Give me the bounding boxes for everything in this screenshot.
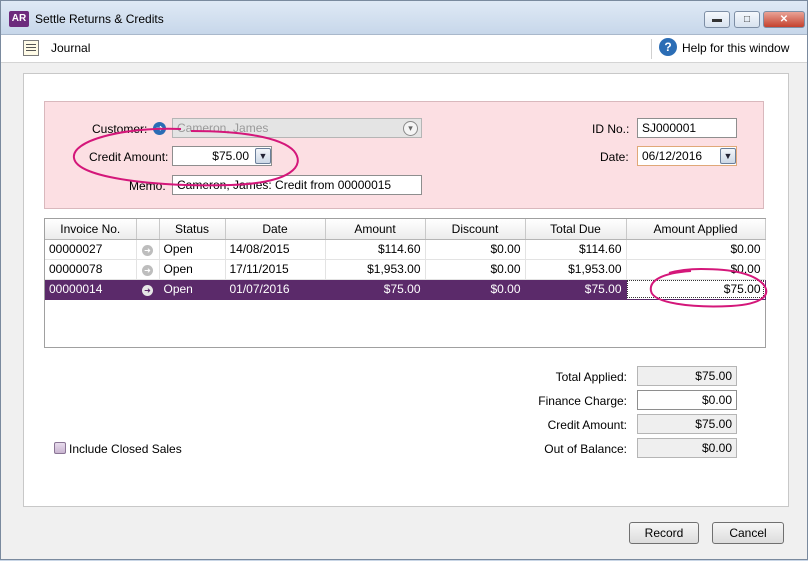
col-amount[interactable]: Amount [325, 219, 426, 240]
minimize-button[interactable]: ▬ [704, 11, 730, 28]
amount-applied-cell[interactable]: $0.00 [626, 239, 766, 260]
help-button[interactable]: Help for this window [682, 41, 789, 55]
customer-field[interactable]: Cameron, James [172, 118, 422, 138]
toolbar: Journal ? Help for this window [1, 35, 807, 63]
id-no-label: ID No.: [592, 122, 630, 136]
customer-label: Customer: [92, 122, 148, 136]
customer-zoom-arrow-icon[interactable]: ➜ [153, 122, 166, 135]
totals-credit-amount-field: $75.00 [637, 414, 737, 434]
out-of-balance-field: $0.00 [637, 438, 737, 458]
amount-applied-cell[interactable]: $0.00 [626, 259, 766, 280]
status-cell: Open [159, 239, 226, 260]
finance-charge-label: Finance Charge: [538, 394, 627, 408]
zoom-arrow-icon[interactable]: ➜ [142, 285, 153, 296]
total-due-cell: $114.60 [525, 239, 627, 260]
col-discount[interactable]: Discount [425, 219, 526, 240]
table-row[interactable]: 00000078 ➜ Open 17/11/2015 $1,953.00 $0.… [45, 259, 766, 280]
discount-cell[interactable]: $0.00 [425, 239, 526, 260]
toolbar-divider [651, 39, 652, 59]
title-bar: AR Settle Returns & Credits ▬ □ ✕ [1, 1, 807, 35]
settle-returns-window: AR Settle Returns & Credits ▬ □ ✕ Journa… [0, 0, 808, 560]
ar-app-icon: AR [9, 11, 29, 27]
id-no-field[interactable]: SJ000001 [637, 118, 737, 138]
memo-field[interactable]: Cameron, James: Credit from 00000015 [172, 175, 422, 195]
invoice-no-cell[interactable]: 00000027 [45, 239, 137, 260]
status-cell: Open [159, 279, 226, 300]
customer-dropdown-icon[interactable]: ▾ [403, 121, 418, 136]
close-button[interactable]: ✕ [763, 11, 805, 28]
discount-cell[interactable]: $0.00 [425, 259, 526, 280]
status-cell: Open [159, 259, 226, 280]
discount-cell[interactable]: $0.00 [425, 279, 526, 300]
date-calendar-icon[interactable]: ▼ [720, 148, 736, 164]
maximize-button[interactable]: □ [734, 11, 760, 28]
include-closed-sales-checkbox[interactable] [54, 442, 66, 454]
zoom-arrow-icon[interactable]: ➜ [142, 265, 153, 276]
col-total-due[interactable]: Total Due [525, 219, 627, 240]
amount-cell: $1,953.00 [325, 259, 426, 280]
memo-label: Memo: [129, 179, 166, 193]
invoice-no-cell[interactable]: 00000014 [45, 279, 137, 300]
amount-applied-cell[interactable]: $75.00 [626, 279, 766, 300]
total-due-cell: $75.00 [525, 279, 627, 300]
row-zoom-cell[interactable]: ➜ [136, 239, 160, 260]
out-of-balance-label: Out of Balance: [544, 442, 627, 456]
table-row[interactable]: 00000027 ➜ Open 14/08/2015 $114.60 $0.00… [45, 239, 766, 260]
journal-icon[interactable] [23, 40, 39, 56]
finance-charge-field[interactable]: $0.00 [637, 390, 737, 410]
date-label: Date: [600, 150, 629, 164]
total-due-cell: $1,953.00 [525, 259, 627, 280]
col-date[interactable]: Date [225, 219, 326, 240]
col-invoice-no[interactable]: Invoice No. [45, 219, 137, 240]
invoice-no-cell[interactable]: 00000078 [45, 259, 137, 280]
window-title: Settle Returns & Credits [35, 12, 164, 26]
date-cell: 01/07/2016 [225, 279, 326, 300]
col-zoom [136, 219, 160, 240]
row-zoom-cell[interactable]: ➜ [136, 279, 160, 300]
credit-amount-dropdown-icon[interactable]: ▼ [255, 148, 271, 164]
date-cell: 14/08/2015 [225, 239, 326, 260]
amount-cell: $75.00 [325, 279, 426, 300]
row-zoom-cell[interactable]: ➜ [136, 259, 160, 280]
date-cell: 17/11/2015 [225, 259, 326, 280]
table-row-selected[interactable]: 00000014 ➜ Open 01/07/2016 $75.00 $0.00 … [45, 279, 766, 300]
total-applied-field: $75.00 [637, 366, 737, 386]
credit-amount-label: Credit Amount: [89, 150, 169, 164]
help-icon[interactable]: ? [659, 38, 677, 56]
col-amount-applied[interactable]: Amount Applied [626, 219, 766, 240]
record-button[interactable]: Record [629, 522, 699, 544]
total-applied-label: Total Applied: [555, 370, 627, 384]
include-closed-sales-label[interactable]: Include Closed Sales [69, 442, 182, 456]
col-status[interactable]: Status [159, 219, 226, 240]
totals-credit-amount-label: Credit Amount: [547, 418, 627, 432]
cancel-button[interactable]: Cancel [712, 522, 784, 544]
zoom-arrow-icon[interactable]: ➜ [142, 245, 153, 256]
amount-cell: $114.60 [325, 239, 426, 260]
invoices-table: Invoice No. Status Date Amount Discount … [44, 218, 766, 348]
journal-button[interactable]: Journal [51, 41, 90, 55]
table-header-row: Invoice No. Status Date Amount Discount … [45, 219, 766, 240]
